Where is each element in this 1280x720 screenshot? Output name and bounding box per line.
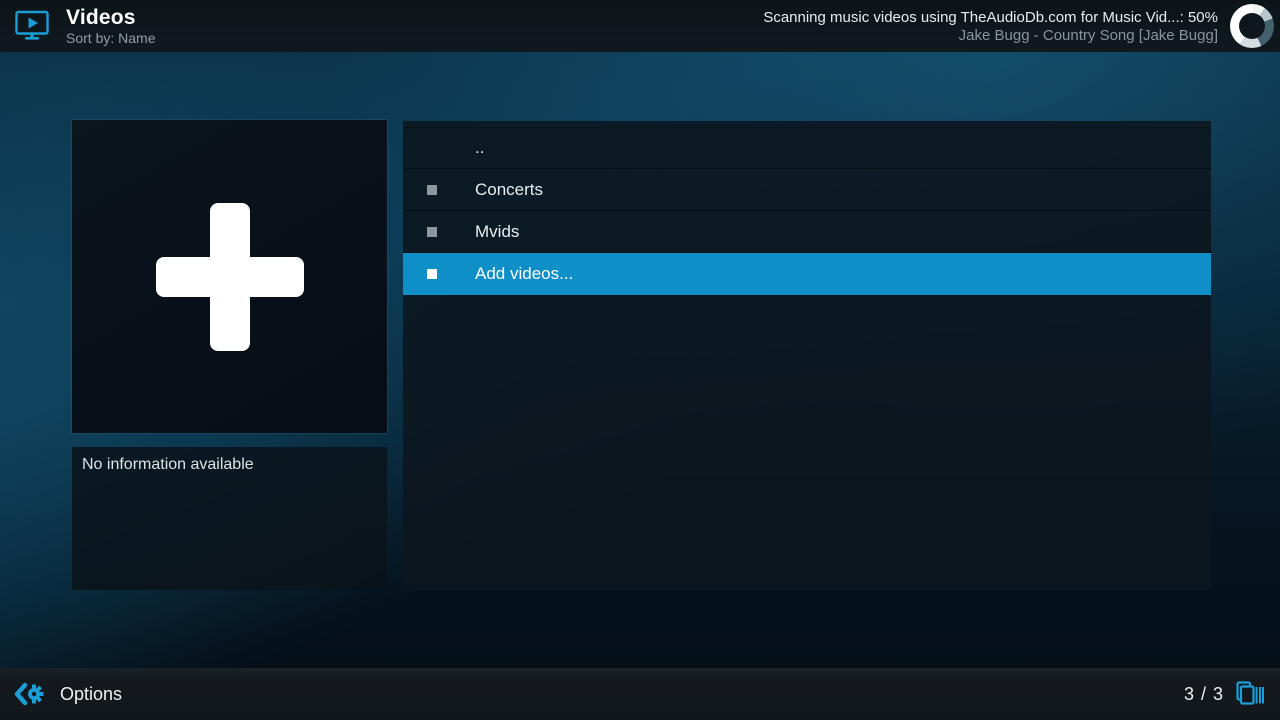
scan-status-block: Scanning music videos using TheAudioDb.c…	[763, 8, 1218, 45]
sort-order-label: Sort by: Name	[66, 30, 155, 47]
info-text: No information available	[82, 456, 254, 473]
top-bar: Videos Sort by: Name Scanning music vide…	[0, 0, 1280, 52]
options-button[interactable]: Options	[0, 679, 122, 709]
list-item-label: ..	[475, 138, 484, 158]
page-title: Videos	[66, 6, 155, 30]
plus-icon	[156, 203, 304, 351]
thumbnail-panel	[72, 120, 387, 433]
footer-right: 3 / 3	[1184, 680, 1280, 708]
list-item-label: Add videos...	[475, 264, 573, 284]
list-item[interactable]: ..	[403, 127, 1211, 169]
list-item-label: Concerts	[475, 180, 543, 200]
file-list: .. Concerts Mvids Add videos...	[403, 121, 1211, 590]
videos-tv-icon	[14, 9, 50, 43]
kodi-videos-screen: Videos Sort by: Name Scanning music vide…	[0, 0, 1280, 720]
page-position: 3 / 3	[1184, 684, 1224, 705]
list-item[interactable]: Concerts	[403, 169, 1211, 211]
busy-spinner-icon	[1230, 4, 1274, 48]
title-block: Videos Sort by: Name	[66, 6, 155, 47]
pages-stack-icon	[1234, 680, 1264, 708]
list-item[interactable]: Add videos...	[403, 253, 1211, 295]
bullet-square-icon	[427, 269, 437, 279]
bottom-bar: Options 3 / 3	[0, 668, 1280, 720]
scan-status-text: Scanning music videos using TheAudioDb.c…	[763, 8, 1218, 27]
options-label: Options	[60, 684, 122, 705]
info-panel: No information available	[72, 447, 387, 590]
top-bar-right: Scanning music videos using TheAudioDb.c…	[763, 4, 1280, 48]
top-bar-left: Videos Sort by: Name	[0, 6, 155, 47]
scan-current-item: Jake Bugg - Country Song [Jake Bugg]	[959, 27, 1218, 45]
list-item[interactable]: Mvids	[403, 211, 1211, 253]
options-gear-icon	[14, 679, 46, 709]
bullet-square-icon	[427, 185, 437, 195]
list-item-label: Mvids	[475, 222, 519, 242]
bullet-square-icon	[427, 227, 437, 237]
